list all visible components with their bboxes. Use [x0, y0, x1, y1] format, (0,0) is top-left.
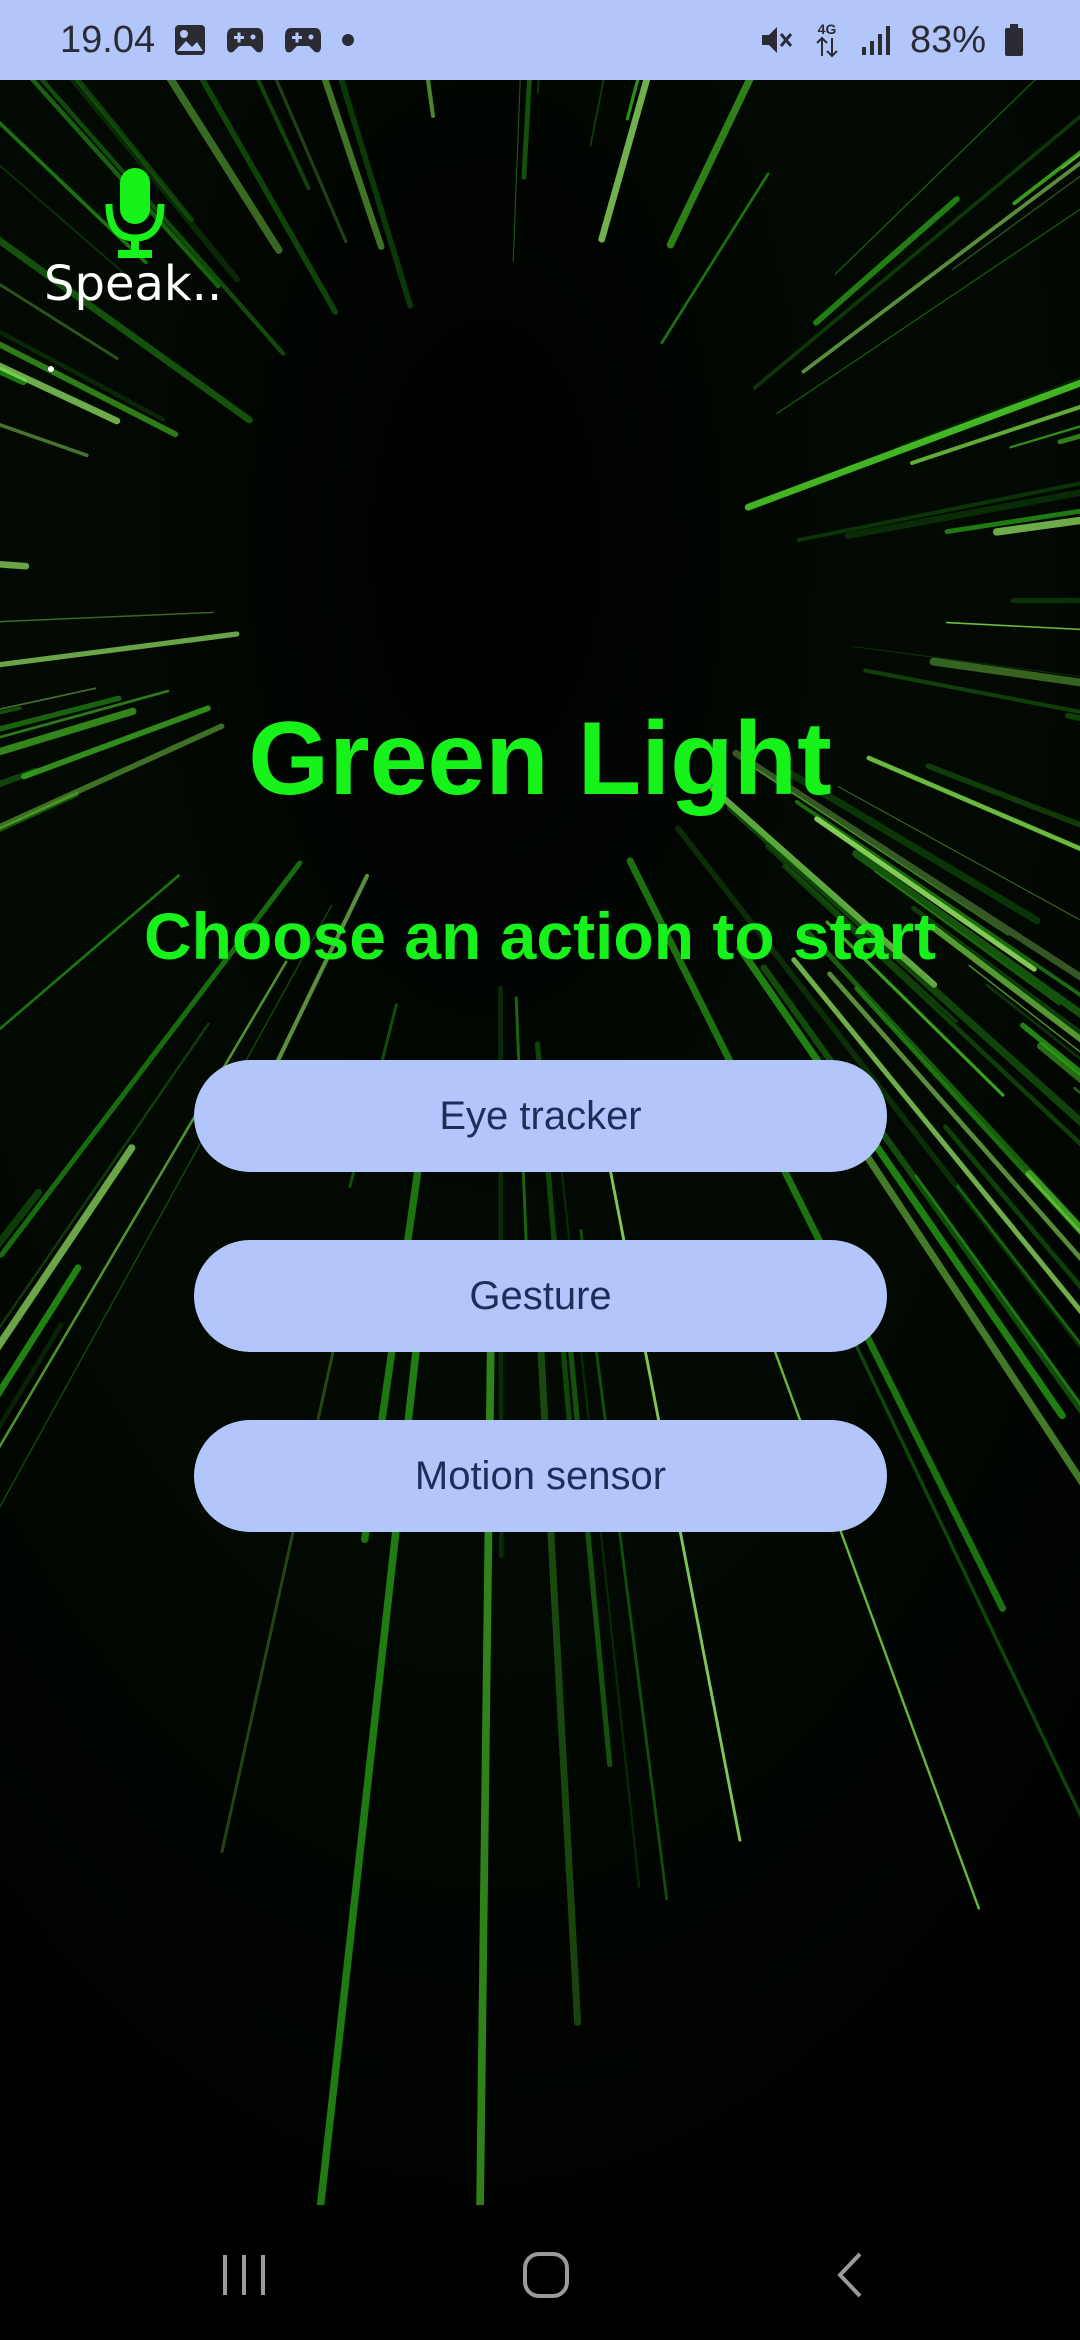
- status-time: 19.04: [60, 18, 156, 61]
- signal-icon: [860, 23, 892, 57]
- gesture-button[interactable]: Gesture: [194, 1240, 887, 1352]
- mute-icon: [758, 22, 794, 58]
- subtitle: Choose an action to start: [143, 899, 937, 973]
- battery-percent: 83%: [909, 18, 986, 61]
- dot-icon: [341, 33, 355, 47]
- eye-tracker-button[interactable]: Eye tracker: [194, 1060, 887, 1172]
- status-bar: 19.04 4G 83%: [0, 0, 1080, 80]
- microphone-icon[interactable]: [104, 168, 166, 260]
- voice-transcript: .: [48, 366, 54, 372]
- back-icon[interactable]: [810, 2235, 890, 2315]
- network-4g-label: 4G: [818, 21, 837, 37]
- game-controller-icon: [225, 24, 265, 56]
- game-controller-icon: [283, 24, 323, 56]
- status-bar-left: 19.04: [60, 19, 355, 62]
- screen: 19.04 4G 83% Speak.. Green Light Choose …: [0, 0, 1080, 2340]
- battery-icon: [1004, 23, 1024, 57]
- home-icon[interactable]: [506, 2235, 586, 2315]
- motion-sensor-button[interactable]: Motion sensor: [194, 1420, 887, 1532]
- gallery-icon: [173, 23, 207, 57]
- network-4g-icon: 4G: [812, 20, 842, 60]
- navigation-bar: [0, 2205, 1080, 2340]
- speak-label: Speak..: [44, 256, 223, 312]
- status-bar-right: 4G 83%: [758, 19, 1024, 62]
- app-title: Green Light: [248, 701, 832, 817]
- recents-icon[interactable]: [204, 2235, 284, 2315]
- light-streak: [1010, 597, 1080, 604]
